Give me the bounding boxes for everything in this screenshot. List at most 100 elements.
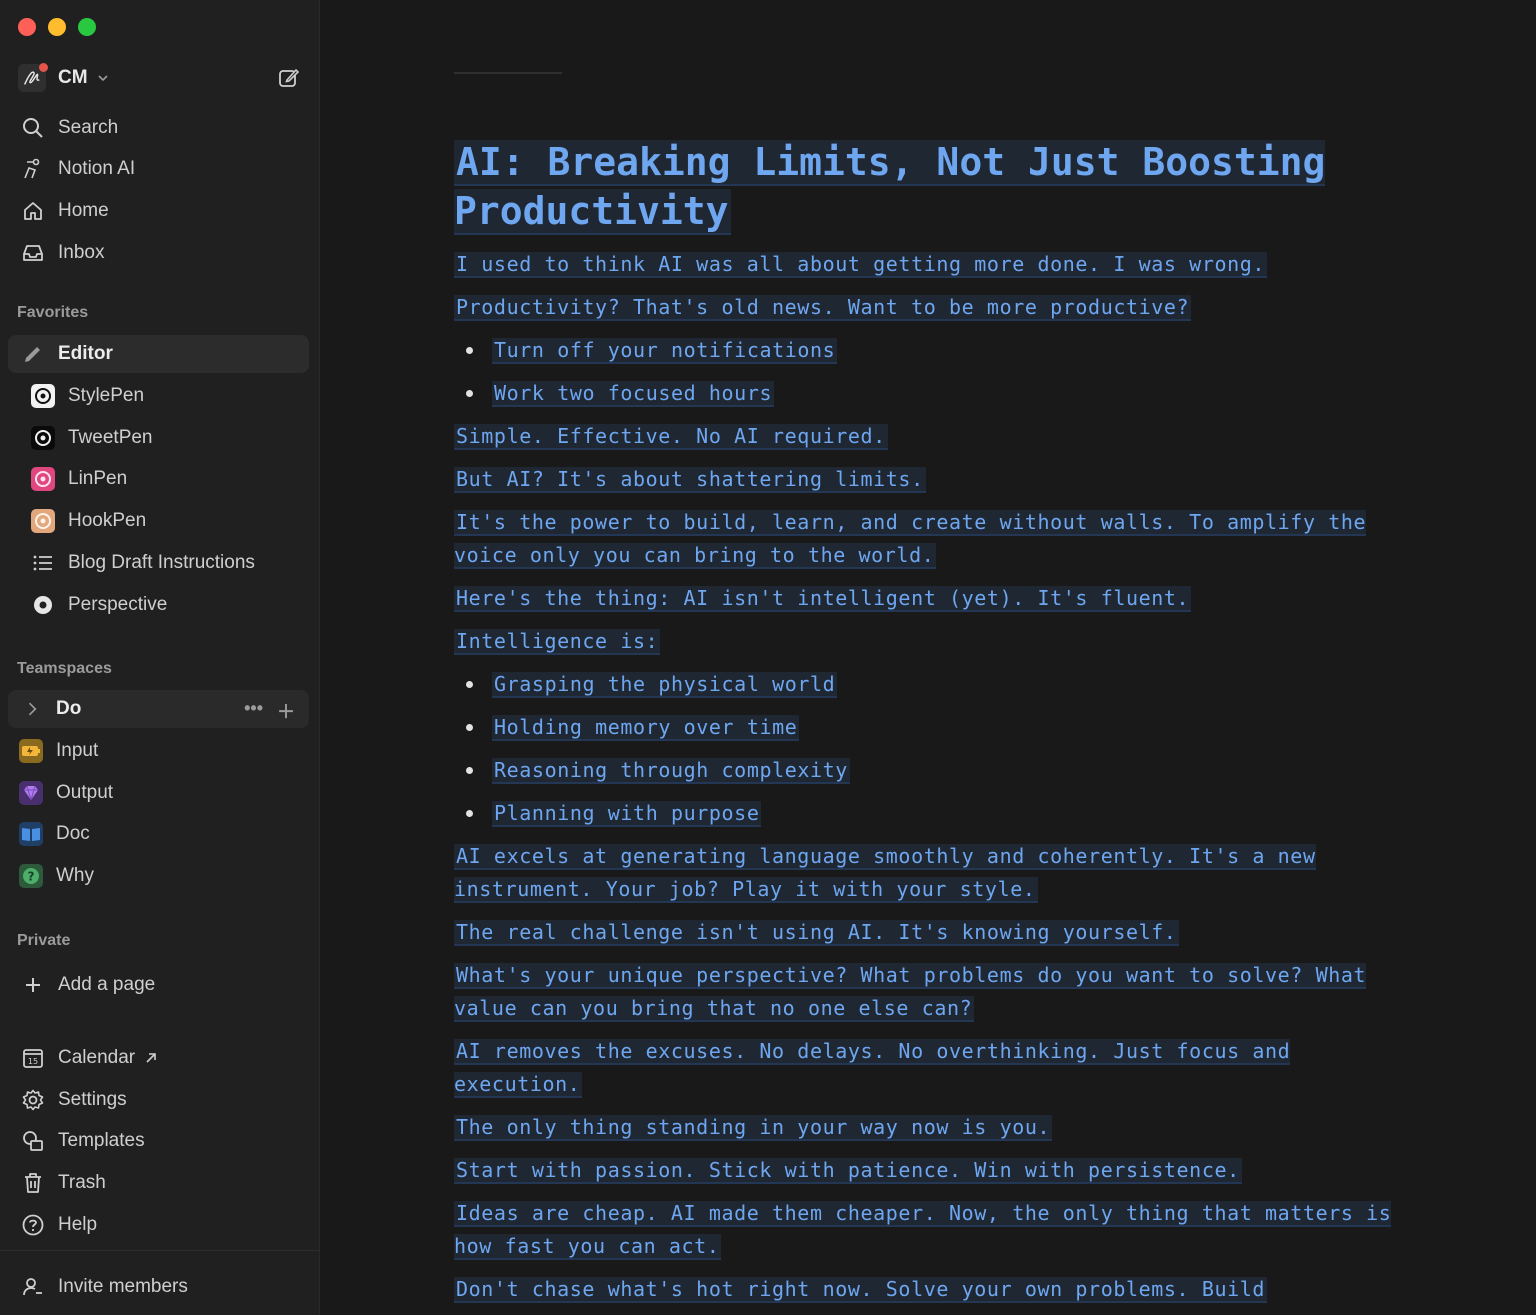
list-item-text: Grasping the physical world — [492, 672, 838, 698]
nav-calendar[interactable]: 15 Calendar — [8, 1039, 309, 1077]
plus-icon — [26, 978, 40, 992]
paragraph[interactable]: Intelligence is: — [454, 625, 1414, 658]
close-window-button[interactable] — [18, 18, 36, 36]
bullet-list: Grasping the physical world Holding memo… — [454, 668, 1414, 830]
paragraph-text: Intelligence is: — [454, 629, 661, 655]
nav-templates-label: Templates — [58, 1130, 145, 1151]
paragraph[interactable]: AI removes the excuses. No delays. No ov… — [454, 1035, 1414, 1101]
templates-icon — [23, 1131, 43, 1151]
favorite-label: Blog Draft Instructions — [68, 552, 255, 573]
notification-dot — [39, 63, 48, 72]
paragraph[interactable]: AI excels at generating language smoothl… — [454, 840, 1414, 906]
paragraph[interactable]: Ideas are cheap. AI made them cheaper. N… — [454, 1197, 1414, 1263]
page-title[interactable]: AI: Breaking Limits, Not Just Boosting P… — [454, 138, 1414, 236]
book-icon — [19, 822, 43, 846]
favorite-blog-draft-instructions[interactable]: Blog Draft Instructions — [8, 544, 309, 582]
paragraph[interactable]: Here's the thing: AI isn't intelligent (… — [454, 582, 1414, 615]
search-icon — [23, 118, 43, 138]
favorite-stylepen[interactable]: StylePen — [8, 377, 309, 415]
paragraph-text: Ideas are cheap. AI made them cheaper. N… — [454, 1201, 1392, 1260]
page-title-text: AI: Breaking Limits, Not Just Boosting P… — [454, 140, 1326, 235]
target-icon — [31, 467, 55, 491]
nav-trash[interactable]: Trash — [8, 1164, 309, 1202]
favorite-label: TweetPen — [68, 427, 153, 448]
workspace-avatar — [18, 63, 48, 92]
favorite-perspective[interactable]: Perspective — [8, 586, 309, 624]
list-icon — [33, 555, 52, 571]
paragraph[interactable]: Productivity? That's old news. Want to b… — [454, 291, 1414, 324]
help-icon — [22, 1214, 44, 1236]
list-item[interactable]: Holding memory over time — [454, 711, 1414, 744]
circle-icon — [34, 596, 52, 614]
favorites-label: Favorites — [17, 304, 89, 321]
paragraph[interactable]: I used to think AI was all about getting… — [454, 248, 1414, 281]
paragraph-text: Start with passion. Stick with patience.… — [454, 1158, 1242, 1184]
paragraph[interactable]: What's your unique perspective? What pro… — [454, 959, 1414, 1025]
workspace-switcher[interactable]: CM — [18, 62, 301, 94]
favorite-editor[interactable]: Editor — [8, 335, 309, 373]
favorite-label: Perspective — [68, 594, 168, 615]
chevron-right-icon[interactable] — [22, 697, 42, 721]
paragraph[interactable]: The only thing standing in your way now … — [454, 1111, 1414, 1144]
nav-help[interactable]: Help — [8, 1206, 309, 1244]
nav-search[interactable]: Search — [8, 109, 309, 147]
favorite-label: StylePen — [68, 385, 145, 406]
home-icon — [24, 202, 42, 220]
nav-calendar-label: Calendar — [58, 1047, 136, 1068]
list-item[interactable]: Grasping the physical world — [454, 668, 1414, 701]
teamspace-label: Do — [56, 698, 82, 719]
paragraph-text: AI removes the excuses. No delays. No ov… — [454, 1039, 1291, 1098]
teamspace-input[interactable]: Input — [8, 732, 309, 770]
sidebar: CM Search Notion AI Home Inbox Favorites… — [0, 0, 320, 1315]
nav-home[interactable]: Home — [8, 192, 309, 230]
zoom-window-button[interactable] — [78, 18, 96, 36]
more-options-icon[interactable]: ••• — [244, 698, 263, 724]
list-item-text: Work two focused hours — [492, 381, 775, 407]
add-icon[interactable]: ＋ — [277, 698, 295, 724]
favorite-linpen[interactable]: LinPen — [8, 460, 309, 498]
document-body[interactable]: AI: Breaking Limits, Not Just Boosting P… — [454, 138, 1414, 1315]
paragraph-text: But AI? It's about shattering limits. — [454, 467, 926, 493]
paragraph[interactable]: Don't chase what's hot right now. Solve … — [454, 1273, 1414, 1306]
new-page-icon[interactable] — [277, 66, 301, 90]
nav-help-label: Help — [58, 1214, 98, 1235]
favorite-label: LinPen — [68, 468, 128, 489]
bullet-list: Turn off your notifications Work two foc… — [454, 334, 1414, 410]
window-controls — [18, 18, 96, 36]
favorite-label: Editor — [58, 343, 113, 364]
paragraph[interactable]: But AI? It's about shattering limits. — [454, 463, 1414, 496]
teamspace-label: Output — [56, 782, 114, 803]
nav-settings[interactable]: Settings — [8, 1081, 309, 1119]
page-divider — [454, 72, 562, 74]
inbox-icon — [23, 245, 43, 261]
paragraph[interactable]: It's the power to build, learn, and crea… — [454, 506, 1414, 572]
minimize-window-button[interactable] — [48, 18, 66, 36]
teamspace-label: Doc — [56, 823, 90, 844]
invite-members-button[interactable]: Invite members — [8, 1268, 309, 1306]
teamspace-do[interactable]: Do ••• ＋ — [8, 690, 309, 728]
teamspace-doc[interactable]: Doc — [8, 815, 309, 853]
paragraph[interactable]: The real challenge isn't using AI. It's … — [454, 916, 1414, 949]
list-item[interactable]: Planning with purpose — [454, 797, 1414, 830]
paragraph[interactable]: Simple. Effective. No AI required. — [454, 420, 1414, 453]
favorite-tweetpen[interactable]: TweetPen — [8, 419, 309, 457]
gem-icon — [19, 781, 43, 805]
paragraph[interactable]: Start with passion. Stick with patience.… — [454, 1154, 1414, 1187]
list-item[interactable]: Turn off your notifications — [454, 334, 1414, 367]
nav-inbox[interactable]: Inbox — [8, 234, 309, 272]
gear-icon — [22, 1089, 44, 1111]
nav-settings-label: Settings — [58, 1089, 127, 1110]
invite-members-label: Invite members — [58, 1276, 188, 1297]
nav-templates[interactable]: Templates — [8, 1122, 309, 1160]
list-item[interactable]: Reasoning through complexity — [454, 754, 1414, 787]
list-item-text: Holding memory over time — [492, 715, 800, 741]
add-page-button[interactable]: Add a page — [8, 966, 309, 1004]
favorite-hookpen[interactable]: HookPen — [8, 502, 309, 540]
target-icon — [31, 384, 55, 408]
teamspace-label: Input — [56, 740, 99, 761]
list-item[interactable]: Work two focused hours — [454, 377, 1414, 410]
teamspace-why[interactable]: ? Why — [8, 857, 309, 895]
teamspace-output[interactable]: Output — [8, 774, 309, 812]
svg-text:15: 15 — [28, 1057, 38, 1066]
nav-notion-ai[interactable]: Notion AI — [8, 150, 309, 188]
